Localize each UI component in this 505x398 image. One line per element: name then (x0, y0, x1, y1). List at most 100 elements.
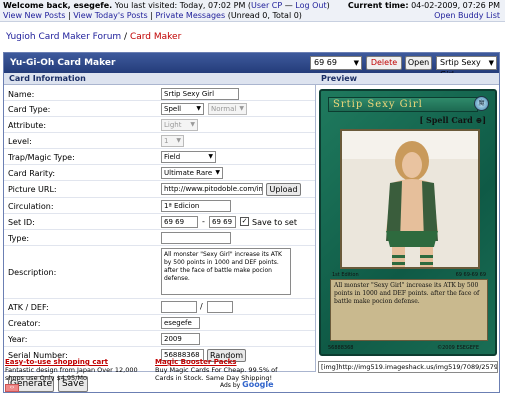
set-id-prefix-input[interactable]: 69 69 (161, 216, 198, 228)
chevron-down-icon: ▼ (215, 169, 220, 176)
breadcrumb-current: Card Maker (129, 32, 182, 42)
ads-by-text: Ads by (220, 382, 241, 389)
card-subtype-select: Normal ▼ (208, 103, 247, 115)
card-select[interactable]: Srtip Sexy Girl ▼ (436, 56, 497, 79)
breadcrumb-forum-link[interactable]: Yugioh Card Maker Forum (6, 32, 121, 42)
description-label: Description: (8, 268, 57, 277)
name-input[interactable]: Srtip Sexy Girl (161, 88, 239, 100)
card-type-close: ] (482, 115, 486, 125)
preview-pane: Srtip Sexy Girl 魔 [ Spell Card ⊕] 1st Ed… (316, 85, 499, 385)
atk-input[interactable] (161, 301, 197, 313)
card-edition: 1st Edition (332, 272, 359, 278)
picture-url-label: Picture URL: (8, 185, 57, 194)
user-cp-link[interactable]: User CP (251, 1, 282, 10)
card-maker-panel: Yu-Gi-Oh Card Maker 69 69 ▼ Delete Open … (3, 52, 500, 393)
attribute-row: Attribute: Light ▼ (4, 117, 315, 133)
upload-button[interactable]: Upload (266, 183, 301, 196)
card-type-line: [ Spell Card ⊕] (419, 115, 486, 125)
card-set-id: 69 69-69 69 (455, 272, 486, 278)
current-time-label: Current time: (347, 1, 409, 10)
ad-shopping-cart-text: Fantastic design from Japan Over 12,000 … (5, 366, 138, 382)
delete-button[interactable]: Delete (366, 56, 402, 70)
open-buddy-list-link[interactable]: Open Buddy List (434, 11, 500, 20)
atk-def-slash: / (200, 302, 203, 311)
last-visited-text: You last visited: Today, 07:02 PM (114, 1, 246, 10)
trap-magic-label: Trap/Magic Type: (8, 153, 75, 162)
set-id-suffix-input[interactable]: 69 69 (209, 216, 236, 228)
chevron-down-icon: ▼ (190, 121, 195, 128)
open-button[interactable]: Open (405, 56, 432, 70)
year-label: Year: (8, 335, 28, 344)
picture-url-input[interactable]: http://www.pitodoble.com/imag (161, 183, 263, 195)
chevron-down-icon: ▼ (196, 105, 201, 112)
attribute-value: Light (164, 121, 182, 129)
trap-magic-row: Trap/Magic Type: Field ▼ (4, 149, 315, 165)
spell-attribute-icon: 魔 (474, 96, 489, 111)
year-input[interactable]: 2009 (161, 333, 200, 345)
card-type-text: [ Spell Card (419, 115, 476, 125)
breadcrumb: Yugioh Card Maker Forum / Card Maker (6, 32, 181, 42)
card-information-header: Card Information (4, 73, 316, 85)
type-input[interactable] (161, 232, 231, 244)
def-input[interactable] (207, 301, 233, 313)
ad-nav-arrows-icon[interactable]: ‹› (5, 384, 19, 392)
ad-shopping-cart[interactable]: Easy-to-use shopping cart Fantastic desi… (5, 358, 145, 382)
image-code-field[interactable]: [img]http://img519.imageshack.us/img519/… (318, 361, 498, 373)
card-type-row: Card Type: Spell ▼ Normal ▼ (4, 101, 315, 117)
level-label: Level: (8, 137, 32, 146)
circulation-label: Circulation: (8, 202, 54, 211)
breadcrumb-separator: / (124, 32, 128, 42)
card-type-value: Spell (164, 105, 182, 113)
view-new-posts-link[interactable]: View New Posts (3, 11, 65, 20)
set-id-dash: - (202, 217, 205, 226)
current-time: 04-02-2009, 07:26 PM (411, 1, 500, 10)
logout-link[interactable]: Log Out (295, 1, 326, 10)
ad-magic-boosters-title[interactable]: Magic Booster Packs (155, 358, 295, 366)
card-description: All monster "Sexy Girl" increase its ATK… (330, 279, 488, 341)
panel-title: Yu-Gi-Oh Card Maker (10, 58, 116, 68)
card-preview: Srtip Sexy Girl 魔 [ Spell Card ⊕] 1st Ed… (319, 89, 497, 356)
type-label: Type: (8, 234, 30, 243)
name-label: Name: (8, 90, 35, 99)
creator-label: Creator: (8, 319, 41, 328)
set-id-label: Set ID: (8, 218, 35, 227)
top-bar: Welcome back, esegefe. You last visited:… (0, 0, 505, 22)
panel-header: Yu-Gi-Oh Card Maker 69 69 ▼ Delete Open … (4, 53, 499, 79)
chevron-down-icon: ▼ (488, 59, 494, 67)
rarity-select[interactable]: Ultimate Rare ▼ (161, 167, 223, 179)
private-messages-link[interactable]: Private Messages (155, 11, 225, 20)
picture-url-row: Picture URL: http://www.pitodoble.com/im… (4, 181, 315, 198)
rarity-value: Ultimate Rare (164, 169, 213, 177)
pm-counts: (Unread 0, Total 0) (227, 11, 302, 20)
circulation-row: Circulation: 1ª Edicion (4, 198, 315, 214)
creator-input[interactable]: esegefe (161, 317, 200, 329)
view-todays-posts-link[interactable]: View Today's Posts (73, 11, 147, 20)
chevron-down-icon: ▼ (176, 137, 181, 144)
trap-magic-select[interactable]: Field ▼ (161, 151, 216, 163)
saved-cards-select-value: 69 69 (314, 58, 337, 67)
creator-row: Creator: esegefe (4, 315, 315, 331)
card-form: Name: Srtip Sexy Girl Card Type: Spell ▼ … (4, 85, 316, 371)
ads-by-google[interactable]: Ads by Google (220, 380, 274, 389)
level-select: 1 ▼ (161, 135, 184, 147)
card-type-label: Card Type: (8, 105, 51, 114)
circulation-input[interactable]: 1ª Edicion (161, 200, 231, 212)
save-to-set-checkbox[interactable]: ✓ (240, 217, 249, 226)
atk-def-label: ATK / DEF: (8, 303, 49, 312)
ad-magic-boosters[interactable]: Magic Booster Packs Buy Magic Cards For … (155, 358, 295, 382)
rarity-label: Card Rarity: (8, 169, 56, 178)
level-row: Level: 1 ▼ (4, 133, 315, 149)
description-textarea[interactable]: All monster "Sexy Girl" increase its ATK… (161, 248, 291, 295)
card-copyright: ©2009 ESEGEFE (437, 345, 479, 351)
set-id-row: Set ID: 69 69 - 69 69 ✓ Save to set (4, 214, 315, 230)
card-type-select[interactable]: Spell ▼ (161, 103, 204, 115)
year-row: Year: 2009 (4, 331, 315, 347)
attribute-select: Light ▼ (161, 119, 198, 131)
description-row: Description: All monster "Sexy Girl" inc… (4, 246, 315, 299)
ad-shopping-cart-title[interactable]: Easy-to-use shopping cart (5, 358, 145, 366)
name-row: Name: Srtip Sexy Girl (4, 87, 315, 101)
saved-cards-select[interactable]: 69 69 ▼ (310, 56, 362, 70)
atk-def-row: ATK / DEF: / (4, 299, 315, 315)
preview-header: Preview (316, 73, 499, 85)
chevron-down-icon: ▼ (208, 153, 213, 160)
